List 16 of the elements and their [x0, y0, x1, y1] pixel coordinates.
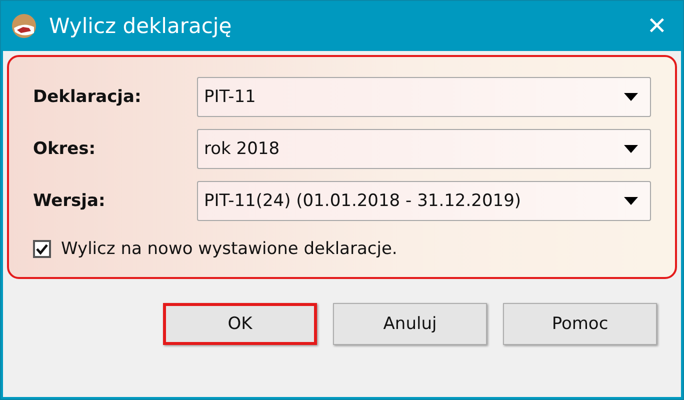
caret-icon — [624, 197, 638, 205]
checkbox[interactable] — [33, 240, 51, 258]
logo-icon — [11, 13, 37, 39]
caret-icon — [624, 93, 638, 101]
window-title: Wylicz deklarację — [49, 14, 233, 38]
checkbox-label: Wylicz na nowo wystawione deklaracje. — [61, 239, 398, 259]
field-label: Okres: — [33, 139, 97, 159]
field-label: Wersja: — [33, 191, 106, 211]
dialog-button[interactable]: Anuluj — [333, 303, 487, 345]
dialog-button[interactable]: Pomoc — [503, 303, 657, 345]
field-label: Deklaracja: — [33, 87, 142, 107]
dialog-button[interactable]: OK — [163, 303, 317, 345]
caret-icon — [624, 145, 638, 153]
dropdown-field[interactable]: rok 2018 — [197, 129, 651, 169]
dropdown-field[interactable]: PIT-11(24) (01.01.2018 - 31.12.2019) — [197, 181, 651, 221]
dropdown-field[interactable]: PIT-11 — [197, 77, 651, 117]
